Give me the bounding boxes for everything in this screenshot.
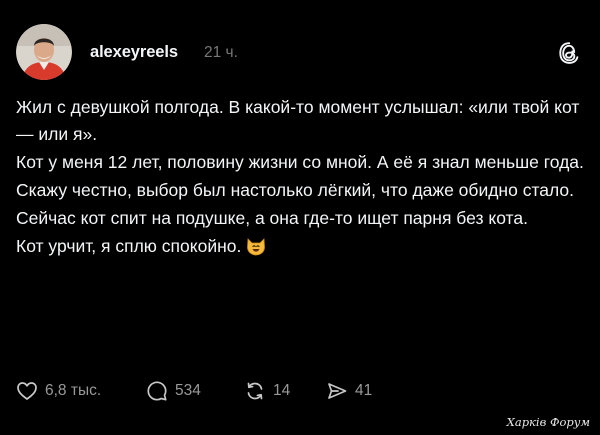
post-paragraph: Скажу честно, выбор был настолько лёгкий… (16, 180, 574, 200)
share-button[interactable]: 41 (326, 378, 372, 404)
like-button[interactable]: 6,8 тыс. (16, 378, 101, 404)
comment-icon (147, 381, 167, 401)
repost-button[interactable]: 14 (244, 378, 290, 404)
post-paragraph: Жил с девушкой полгода. В какой-то момен… (16, 97, 580, 144)
comment-button[interactable]: 534 (146, 378, 201, 404)
post-paragraph: Сейчас кот спит на подушке, а она где-то… (16, 208, 528, 228)
share-count: 41 (355, 382, 373, 399)
send-icon (328, 383, 347, 399)
comment-count: 534 (175, 382, 201, 399)
post-paragraph: Кот урчит, я сплю спокойно. (16, 236, 242, 256)
like-count: 6,8 тыс. (45, 382, 102, 399)
threads-icon[interactable] (558, 41, 580, 65)
post-header: alexeyreels 21 ч. (16, 24, 584, 80)
smiling-cat-emoji-icon (245, 235, 267, 257)
repost-icon (247, 382, 263, 400)
watermark: Харків Форум (506, 415, 590, 429)
repost-count: 14 (273, 382, 291, 399)
post-timestamp: 21 ч. (204, 44, 238, 61)
heart-icon (17, 382, 37, 400)
post-body: Жил с девушкой полгода. В какой-то момен… (16, 94, 588, 261)
post-actions: 6,8 тыс. 534 14 41 (16, 378, 436, 404)
thread-post: alexeyreels 21 ч. Жил с девушкой полгода… (0, 0, 600, 435)
avatar[interactable] (16, 24, 72, 80)
author-username[interactable]: alexeyreels (90, 43, 178, 62)
post-last-line: Кот урчит, я сплю спокойно. (16, 233, 588, 260)
post-paragraph: Кот у меня 12 лет, половину жизни со мно… (16, 152, 584, 172)
